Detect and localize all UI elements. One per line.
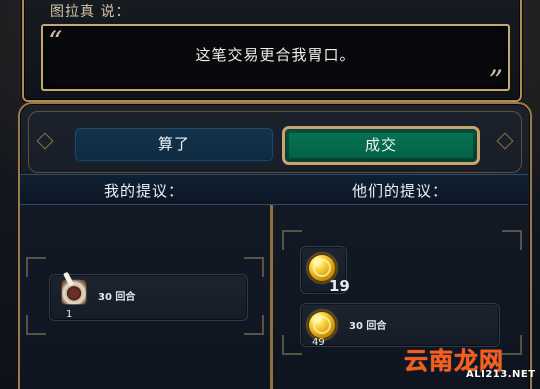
corner-ornament-icon <box>282 335 302 355</box>
trade-screen: 图拉真 说： “ 这笔交易更合我胃口。 ” 算了 成交 我的提议： 他们的提议：… <box>0 0 540 389</box>
cancel-button[interactable]: 算了 <box>73 126 275 163</box>
my-offer-slot[interactable]: 30 回合 1 <box>49 274 248 321</box>
gold-amount: 19 <box>329 277 350 295</box>
corner-ornament-icon <box>502 335 522 355</box>
food-bowl-icon <box>61 279 87 305</box>
corner-ornament-icon <box>282 230 302 250</box>
corner-ornament-icon <box>502 230 522 250</box>
close-quote-icon: ” <box>488 64 503 97</box>
dialog-quote: 这笔交易更合我胃口。 <box>195 46 356 64</box>
left-ornament-icon <box>36 132 54 150</box>
quote-box: “ 这笔交易更合我胃口。 ” <box>41 24 510 95</box>
my-offer-panel: 30 回合 1 <box>20 205 273 389</box>
corner-ornament-icon <box>26 257 46 277</box>
accept-button[interactable]: 成交 <box>282 126 480 165</box>
their-offer-label: 他们的提议： <box>352 182 449 200</box>
right-ornament-icon <box>496 132 514 150</box>
my-offer-label: 我的提议： <box>104 182 185 200</box>
proposal-header: 我的提议： 他们的提议： <box>20 174 528 205</box>
corner-ornament-icon <box>244 257 264 277</box>
my-offer-quantity: 1 <box>66 309 73 320</box>
corner-ornament-icon <box>26 315 46 335</box>
gold-per-turn-amount: 49 <box>312 337 325 348</box>
speaker-label: 图拉真 说： <box>50 4 131 20</box>
gold-per-turn-duration: 30 回合 <box>349 321 387 332</box>
my-offer-duration: 30 回合 <box>98 292 136 303</box>
watermark-domain: ALI213.NET <box>466 369 536 380</box>
gold-offer-slot[interactable]: 19 <box>300 246 350 295</box>
gold-coin-icon <box>307 310 337 340</box>
